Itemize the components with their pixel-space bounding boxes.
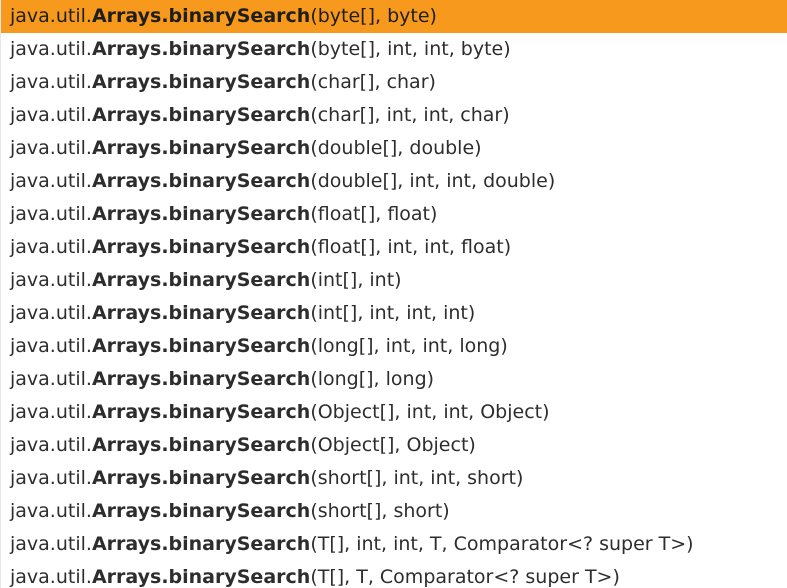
completion-method-name: Arrays.binarySearch — [91, 467, 311, 489]
completion-item[interactable]: java.util.Arrays.binarySearch(char[], in… — [1, 99, 787, 132]
completion-item[interactable]: java.util.Arrays.binarySearch(int[], int… — [1, 264, 787, 297]
completion-item[interactable]: java.util.Arrays.binarySearch(T[], T, Co… — [1, 561, 787, 588]
completion-package: java.util. — [10, 137, 92, 159]
completion-method-name: Arrays.binarySearch — [91, 368, 311, 390]
completion-method-name: Arrays.binarySearch — [91, 335, 311, 357]
completion-item-selected[interactable]: java.util.Arrays.binarySearch(byte[], by… — [1, 0, 787, 33]
completion-package: java.util. — [10, 236, 92, 258]
completion-params: (float[], float) — [310, 203, 438, 225]
completion-popup: java.util.Arrays.binarySearch(byte[], by… — [0, 0, 787, 588]
completion-method-name: Arrays.binarySearch — [91, 566, 311, 588]
completion-params: (int[], int) — [310, 269, 402, 291]
completion-package: java.util. — [10, 170, 92, 192]
completion-params: (Object[], Object) — [310, 434, 476, 456]
completion-method-name: Arrays.binarySearch — [91, 401, 311, 423]
completion-method-name: Arrays.binarySearch — [91, 236, 311, 258]
completion-method-name: Arrays.binarySearch — [91, 533, 311, 555]
completion-item[interactable]: java.util.Arrays.binarySearch(short[], i… — [1, 462, 787, 495]
completion-package: java.util. — [10, 467, 92, 489]
completion-package: java.util. — [10, 500, 92, 522]
completion-params: (float[], int, int, float) — [310, 236, 512, 258]
completion-item[interactable]: java.util.Arrays.binarySearch(long[], in… — [1, 330, 787, 363]
completion-item[interactable]: java.util.Arrays.binarySearch(long[], lo… — [1, 363, 787, 396]
completion-method-name: Arrays.binarySearch — [91, 302, 311, 324]
completion-method-name: Arrays.binarySearch — [91, 434, 311, 456]
completion-package: java.util. — [10, 104, 92, 126]
completion-item[interactable]: java.util.Arrays.binarySearch(int[], int… — [1, 297, 787, 330]
completion-params: (Object[], int, int, Object) — [310, 401, 550, 423]
completion-method-name: Arrays.binarySearch — [91, 170, 311, 192]
completion-package: java.util. — [10, 566, 92, 588]
completion-package: java.util. — [10, 434, 92, 456]
completion-method-name: Arrays.binarySearch — [91, 38, 311, 60]
completion-params: (byte[], int, int, byte) — [310, 38, 511, 60]
completion-params: (short[], int, int, short) — [310, 467, 524, 489]
completion-method-name: Arrays.binarySearch — [91, 104, 311, 126]
completion-params: (char[], int, int, char) — [310, 104, 510, 126]
completion-package: java.util. — [10, 302, 92, 324]
completion-item[interactable]: java.util.Arrays.binarySearch(byte[], in… — [1, 33, 787, 66]
completion-package: java.util. — [10, 533, 92, 555]
completion-item[interactable]: java.util.Arrays.binarySearch(double[], … — [1, 132, 787, 165]
completion-params: (short[], short) — [310, 500, 450, 522]
completion-method-name: Arrays.binarySearch — [91, 71, 311, 93]
completion-item[interactable]: java.util.Arrays.binarySearch(float[], f… — [1, 198, 787, 231]
completion-item[interactable]: java.util.Arrays.binarySearch(double[], … — [1, 165, 787, 198]
completion-package: java.util. — [10, 368, 92, 390]
completion-params: (int[], int, int, int) — [310, 302, 476, 324]
completion-params: (T[], T, Comparator<? super T>) — [310, 566, 620, 588]
completion-params: (double[], double) — [310, 137, 482, 159]
completion-params: (double[], int, int, double) — [310, 170, 556, 192]
completion-package: java.util. — [10, 401, 92, 423]
completion-params: (T[], int, int, T, Comparator<? super T>… — [310, 533, 694, 555]
completion-package: java.util. — [10, 203, 92, 225]
completion-method-name: Arrays.binarySearch — [91, 500, 311, 522]
completion-params: (long[], int, int, long) — [310, 335, 508, 357]
completion-item[interactable]: java.util.Arrays.binarySearch(char[], ch… — [1, 66, 787, 99]
completion-method-name: Arrays.binarySearch — [91, 137, 311, 159]
completion-package: java.util. — [10, 269, 92, 291]
completion-item[interactable]: java.util.Arrays.binarySearch(Object[], … — [1, 396, 787, 429]
completion-package: java.util. — [10, 335, 92, 357]
completion-item[interactable]: java.util.Arrays.binarySearch(short[], s… — [1, 495, 787, 528]
completion-package: java.util. — [10, 38, 92, 60]
completion-item[interactable]: java.util.Arrays.binarySearch(T[], int, … — [1, 528, 787, 561]
completion-method-name: Arrays.binarySearch — [91, 5, 311, 27]
completion-package: java.util. — [10, 71, 92, 93]
completion-package: java.util. — [10, 5, 92, 27]
completion-method-name: Arrays.binarySearch — [91, 269, 311, 291]
completion-item[interactable]: java.util.Arrays.binarySearch(Object[], … — [1, 429, 787, 462]
completion-params: (byte[], byte) — [310, 5, 437, 27]
completion-params: (char[], char) — [310, 71, 436, 93]
completion-item[interactable]: java.util.Arrays.binarySearch(float[], i… — [1, 231, 787, 264]
completion-params: (long[], long) — [310, 368, 435, 390]
completion-method-name: Arrays.binarySearch — [91, 203, 311, 225]
